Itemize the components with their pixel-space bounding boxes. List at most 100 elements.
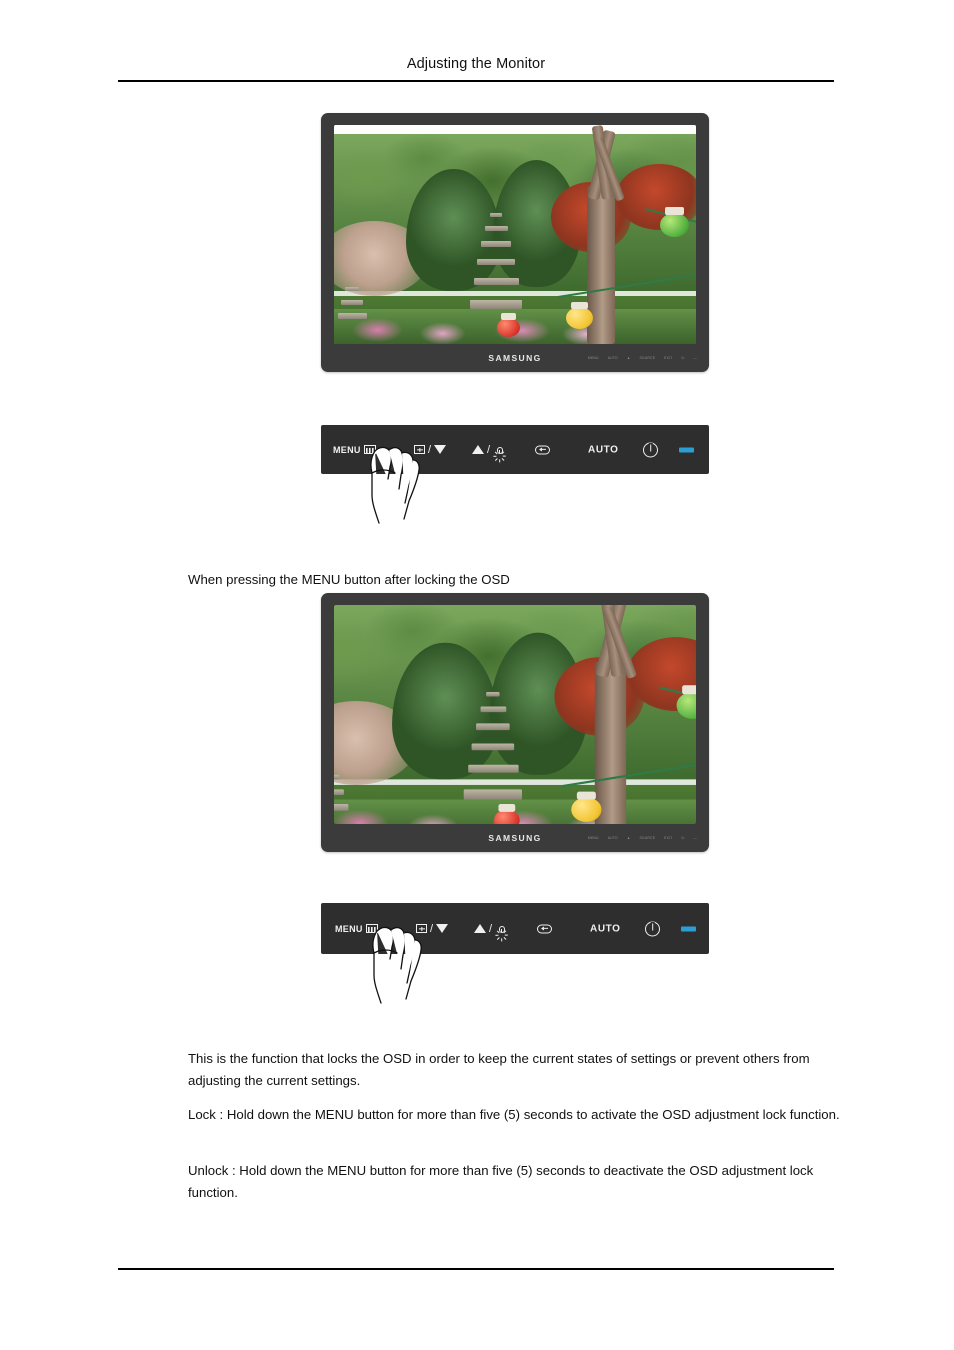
bezel-key-led: — xyxy=(693,836,697,840)
enter-pill-icon xyxy=(537,924,552,933)
section-caption: When pressing the MENU button after lock… xyxy=(188,572,510,587)
pagoda-base xyxy=(463,789,523,800)
paragraph-unlock: Unlock : Hold down the MENU button for m… xyxy=(188,1163,814,1200)
bezel-key-labels: MENU AUTO ▲ SOURCE EXIT ⏻ — xyxy=(588,836,697,840)
monitor-bottom-bezel: SAMSUNG MENU AUTO ▲ SOURCE EXIT ⏻ — xyxy=(321,344,709,372)
header-rule xyxy=(118,80,834,82)
up-brightness-button[interactable]: / xyxy=(472,443,506,462)
bezel-key-up[interactable]: ▲ xyxy=(627,356,631,360)
led-icon xyxy=(679,447,694,452)
bezel-key-led: — xyxy=(693,356,697,360)
foreground-tree-trunk xyxy=(595,662,626,824)
pagoda-small-tier xyxy=(341,300,363,305)
power-icon xyxy=(643,442,658,457)
bezel-key-menu[interactable]: MENU xyxy=(588,836,599,840)
menu-button[interactable]: MENU xyxy=(333,445,376,455)
down-triangle-icon xyxy=(436,924,449,933)
separator-slash: / xyxy=(487,443,491,456)
pagoda-tier xyxy=(467,765,519,773)
bezel-key-labels: MENU AUTO ▲ SOURCE EXIT ⏻ — xyxy=(588,356,697,360)
brightness-sun-icon xyxy=(493,444,506,462)
power-button[interactable] xyxy=(643,442,658,457)
lantern-green xyxy=(659,207,689,237)
monitor-screen xyxy=(334,125,696,344)
monitor-bottom-bezel: SAMSUNG MENU AUTO ▲ SOURCE EXIT ⏻ — xyxy=(321,824,709,852)
control-panel-figure-1: MENU / / AUTO xyxy=(321,425,709,524)
menu-button-label: MENU xyxy=(333,444,361,455)
menu-bars-icon xyxy=(363,445,376,454)
source-down-button[interactable]: / xyxy=(416,923,449,935)
up-triangle-icon xyxy=(472,445,484,454)
up-triangle-icon xyxy=(474,924,486,933)
paragraph-lock: Lock : Hold down the MENU button for mor… xyxy=(188,1107,840,1122)
samsung-logo: SAMSUNG xyxy=(488,353,542,363)
pagoda-small-tier xyxy=(344,287,360,291)
power-led-indicator xyxy=(679,447,694,452)
source-box-icon xyxy=(416,924,427,933)
separator-slash: / xyxy=(428,443,432,456)
lantern-cap xyxy=(570,301,588,310)
osd-button-strip: MENU / / AUTO xyxy=(321,903,709,954)
pagoda-small-tier xyxy=(334,774,340,780)
bezel-key-auto[interactable]: AUTO xyxy=(608,836,618,840)
source-box-icon xyxy=(414,445,425,454)
lantern-cap xyxy=(576,791,596,800)
separator-slash: / xyxy=(489,922,493,935)
brightness-sun-icon xyxy=(495,923,508,941)
enter-button[interactable] xyxy=(537,924,552,933)
power-icon xyxy=(645,921,660,936)
menu-button[interactable]: MENU xyxy=(335,924,378,934)
bezel-key-menu[interactable]: MENU xyxy=(588,356,599,360)
pagoda-tier xyxy=(476,723,511,730)
bezel-key-power-icon[interactable]: ⏻ xyxy=(682,356,685,360)
lantern-cap xyxy=(498,804,516,812)
pagoda-tier xyxy=(473,278,519,285)
bezel-key-exit[interactable]: EXIT xyxy=(664,836,672,840)
pagoda-small-tier xyxy=(334,789,344,795)
enter-pill-icon xyxy=(535,445,550,454)
power-led-indicator xyxy=(681,926,696,931)
manual-page: Adjusting the Monitor SAMSUNG MENU AUTO … xyxy=(0,0,954,1350)
monitor-figure-unlocked: SAMSUNG MENU AUTO ▲ SOURCE EXIT ⏻ — xyxy=(321,113,709,372)
bezel-key-source[interactable]: SOURCE xyxy=(639,836,655,840)
pagoda-tier xyxy=(484,225,508,231)
enter-button[interactable] xyxy=(535,445,550,454)
lantern-cap xyxy=(682,685,696,695)
pagoda-tier xyxy=(480,706,506,713)
pagoda-small-base xyxy=(337,313,367,320)
lantern-yellow xyxy=(570,791,602,822)
bezel-key-exit[interactable]: EXIT xyxy=(664,356,672,360)
monitor-screen xyxy=(334,605,696,824)
bezel-key-source[interactable]: SOURCE xyxy=(639,356,655,360)
bezel-key-up[interactable]: ▲ xyxy=(627,836,631,840)
osd-button-strip: MENU / / AUTO xyxy=(321,425,709,474)
garden-photo xyxy=(334,125,696,344)
power-button[interactable] xyxy=(645,921,660,936)
auto-button-label: AUTO xyxy=(588,444,619,455)
page-header-title: Adjusting the Monitor xyxy=(406,56,546,72)
led-icon xyxy=(681,926,696,931)
auto-button[interactable]: AUTO xyxy=(588,444,619,455)
down-triangle-icon xyxy=(434,445,447,454)
lantern-cap xyxy=(665,207,684,216)
menu-button-label: MENU xyxy=(335,923,363,934)
auto-button-label: AUTO xyxy=(590,923,621,934)
bezel-key-auto[interactable]: AUTO xyxy=(608,356,618,360)
auto-button[interactable]: AUTO xyxy=(590,923,621,934)
pagoda-small-base xyxy=(334,804,348,811)
menu-bars-icon xyxy=(365,924,378,933)
up-brightness-button[interactable]: / xyxy=(474,922,508,941)
lantern-yellow xyxy=(565,301,593,329)
pagoda-tier xyxy=(480,241,512,247)
pagoda-tier xyxy=(486,691,500,697)
monitor-figure-locked: SAMSUNG MENU AUTO ▲ SOURCE EXIT ⏻ — xyxy=(321,593,709,852)
bezel-key-power-icon[interactable]: ⏻ xyxy=(682,836,685,840)
footer-rule xyxy=(118,1268,834,1270)
garden-photo xyxy=(334,605,696,824)
pagoda-base xyxy=(470,300,523,309)
source-down-button[interactable]: / xyxy=(414,443,447,456)
samsung-logo: SAMSUNG xyxy=(488,833,542,843)
control-panel-figure-2: MENU / / AUTO xyxy=(321,903,709,1004)
paragraph-description: This is the function that locks the OSD … xyxy=(188,1051,810,1088)
lantern-cap xyxy=(501,313,517,321)
